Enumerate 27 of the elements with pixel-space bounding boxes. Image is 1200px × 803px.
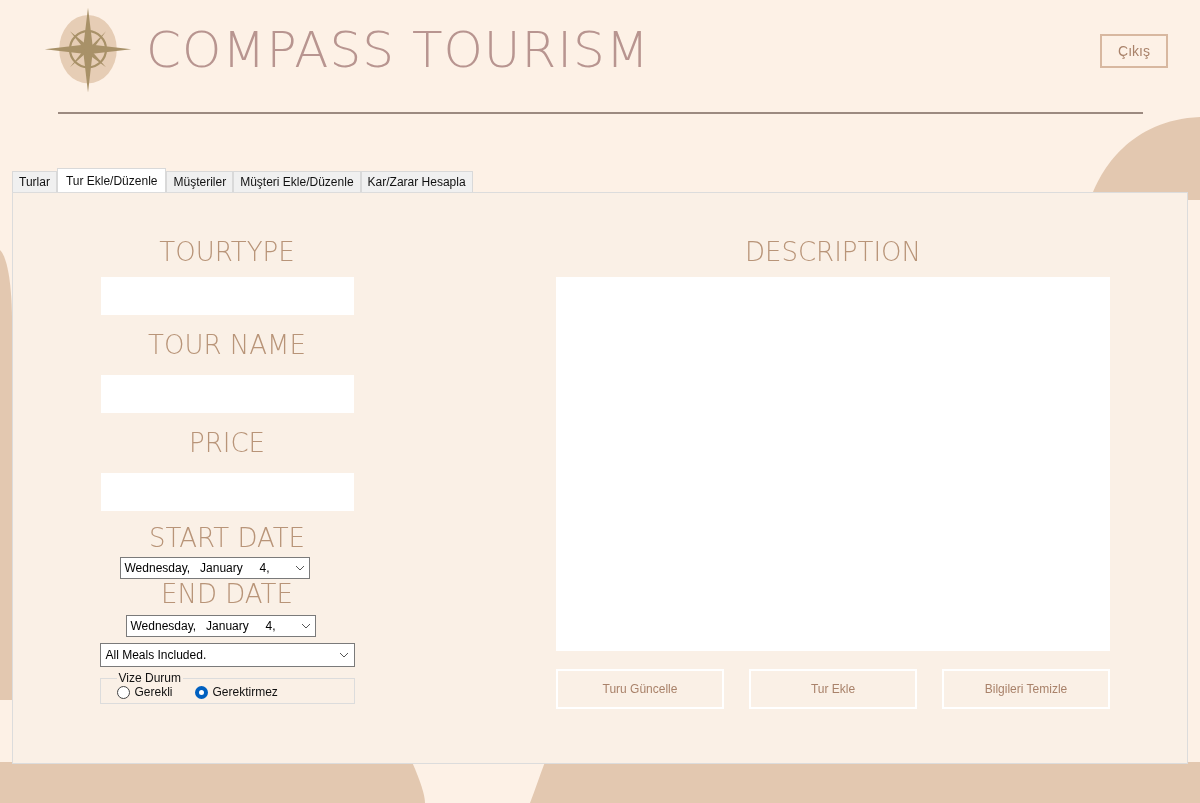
description-field[interactable] <box>556 277 1110 651</box>
field-label: TOUR NAME <box>148 329 306 361</box>
radio-option[interactable]: Gerekli <box>116 685 173 699</box>
radio-icon[interactable] <box>194 685 208 699</box>
radio-option[interactable]: Gerektirmez <box>194 685 278 699</box>
date-picker[interactable]: Wednesday, January 4, <box>119 557 310 579</box>
tab[interactable]: Müşteriler <box>166 171 234 192</box>
field-label: TOURTYPE <box>159 236 295 269</box>
input-field[interactable] <box>100 473 354 511</box>
tab[interactable]: Tur Ekle/Düzenle <box>56 168 167 192</box>
tab[interactable]: Kar/Zarar Hesapla <box>360 171 473 192</box>
tab[interactable]: Müşteri Ekle/Düzenle <box>233 171 361 192</box>
meals-dropdown[interactable]: All Meals Included. <box>99 643 355 667</box>
tab[interactable]: Turlar <box>12 171 57 192</box>
group-legend: Vize Durum <box>116 671 183 685</box>
app-title: COMPASS TOURISM <box>146 21 650 79</box>
date-picker[interactable]: Wednesday, January 4, <box>125 615 316 637</box>
chevron-icon[interactable] <box>300 623 311 629</box>
input-field[interactable] <box>100 277 354 315</box>
field-label: END DATE <box>161 579 293 609</box>
field-label: PRICE <box>189 427 265 459</box>
field-label: DESCRIPTION <box>745 236 921 269</box>
field-label: START DATE <box>148 523 306 553</box>
input-field[interactable] <box>100 375 354 413</box>
chevron-icon[interactable] <box>294 565 305 571</box>
chevron-icon[interactable] <box>338 652 349 658</box>
radio-icon[interactable] <box>116 685 130 699</box>
